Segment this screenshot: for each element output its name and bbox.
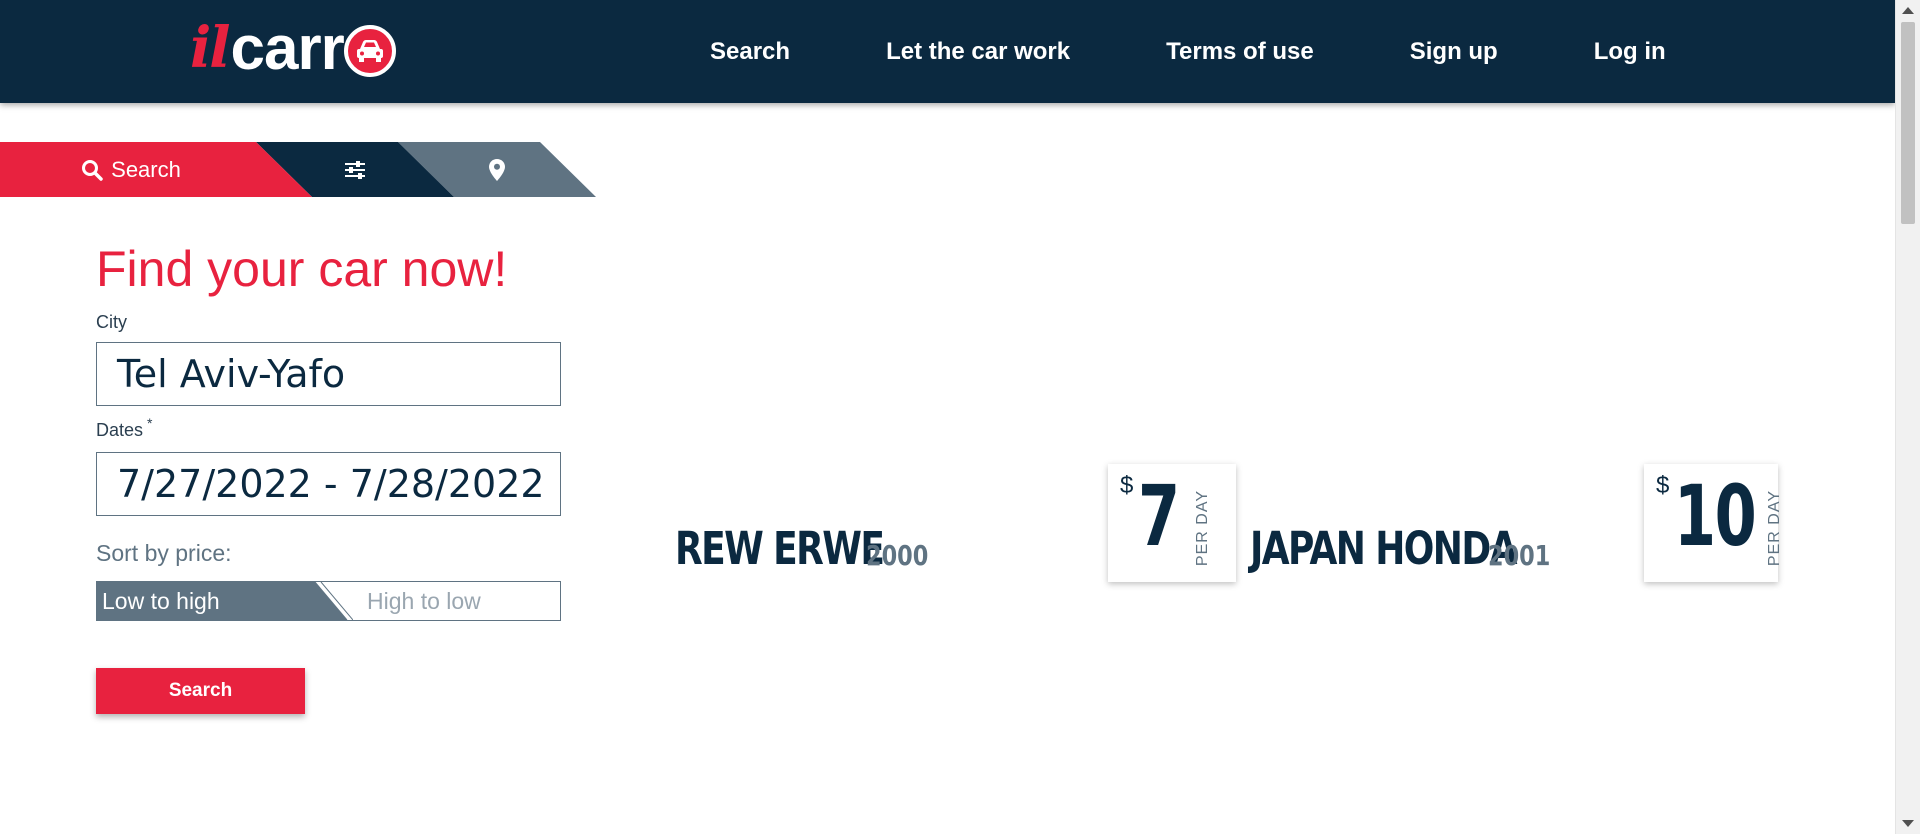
page-title: Find your car now! xyxy=(96,241,508,297)
sort-label: Sort by price: xyxy=(96,540,232,566)
nav-sign-up[interactable]: Sign up xyxy=(1410,38,1498,66)
search-icon xyxy=(82,159,103,181)
price-unit: PER DAY xyxy=(1766,490,1783,567)
price-tag: $ 7 PER DAY xyxy=(1108,464,1236,582)
main-nav: Search Let the car work Terms of use Sig… xyxy=(710,0,1666,103)
nav-log-in[interactable]: Log in xyxy=(1594,38,1666,66)
vertical-scrollbar[interactable] xyxy=(1895,0,1920,834)
map-pin-icon xyxy=(489,158,505,181)
price-currency: $ xyxy=(1656,472,1670,499)
nav-let-the-car-work[interactable]: Let the car work xyxy=(886,38,1070,66)
sliders-icon xyxy=(345,160,365,179)
nav-search[interactable]: Search xyxy=(710,38,790,66)
price-unit: PER DAY xyxy=(1194,490,1211,567)
scroll-up-arrow-icon[interactable] xyxy=(1902,7,1914,14)
car-year: 2000 xyxy=(866,539,929,572)
car-year: 2001 xyxy=(1488,539,1551,572)
search-mode-tabs: Search xyxy=(0,142,600,197)
price-currency: $ xyxy=(1120,472,1134,499)
car-front-icon xyxy=(343,25,396,77)
logo-il-text: il xyxy=(190,15,231,81)
car-name: JAPAN HONDA xyxy=(1250,522,1517,575)
tab-search-label: Search xyxy=(111,156,181,182)
scroll-down-arrow-icon[interactable] xyxy=(1902,820,1914,827)
sort-divider xyxy=(314,582,353,620)
sort-low-to-high-option[interactable]: Low to high xyxy=(97,582,347,620)
nav-terms-of-use[interactable]: Terms of use xyxy=(1166,38,1314,66)
price-value: 10 xyxy=(1674,467,1757,565)
sort-high-to-low-option[interactable]: High to low xyxy=(355,582,560,620)
car-name: REW ERWE xyxy=(675,522,885,575)
search-button[interactable]: Search xyxy=(96,668,305,714)
price-value: 7 xyxy=(1138,467,1180,565)
city-label: City xyxy=(96,312,127,332)
car-card[interactable]: REW ERWE 2000 $ 7 PER DAY xyxy=(675,464,1236,584)
sort-by-price-toggle: Low to high High to low xyxy=(96,581,561,621)
logo-carr-text: carr xyxy=(230,13,345,83)
ilcarro-logo[interactable]: il carr xyxy=(190,14,396,83)
dates-label: Dates * xyxy=(96,415,152,441)
city-input-value: Tel Aviv-Yafo xyxy=(117,352,346,396)
dates-label-text: Dates xyxy=(96,420,144,440)
city-input[interactable]: Tel Aviv-Yafo xyxy=(96,342,561,406)
dates-input-value: 7/27/2022 - 7/28/2022 xyxy=(117,462,545,506)
car-card[interactable]: JAPAN HONDA 2001 $ 10 PER DAY xyxy=(1250,464,1790,584)
required-marker: * xyxy=(147,415,153,431)
scroll-thumb[interactable] xyxy=(1901,22,1915,224)
dates-input[interactable]: 7/27/2022 - 7/28/2022 xyxy=(96,452,561,516)
top-header: il carr Search Let the car work Terms of… xyxy=(0,0,1895,103)
price-tag: $ 10 PER DAY xyxy=(1644,464,1783,582)
